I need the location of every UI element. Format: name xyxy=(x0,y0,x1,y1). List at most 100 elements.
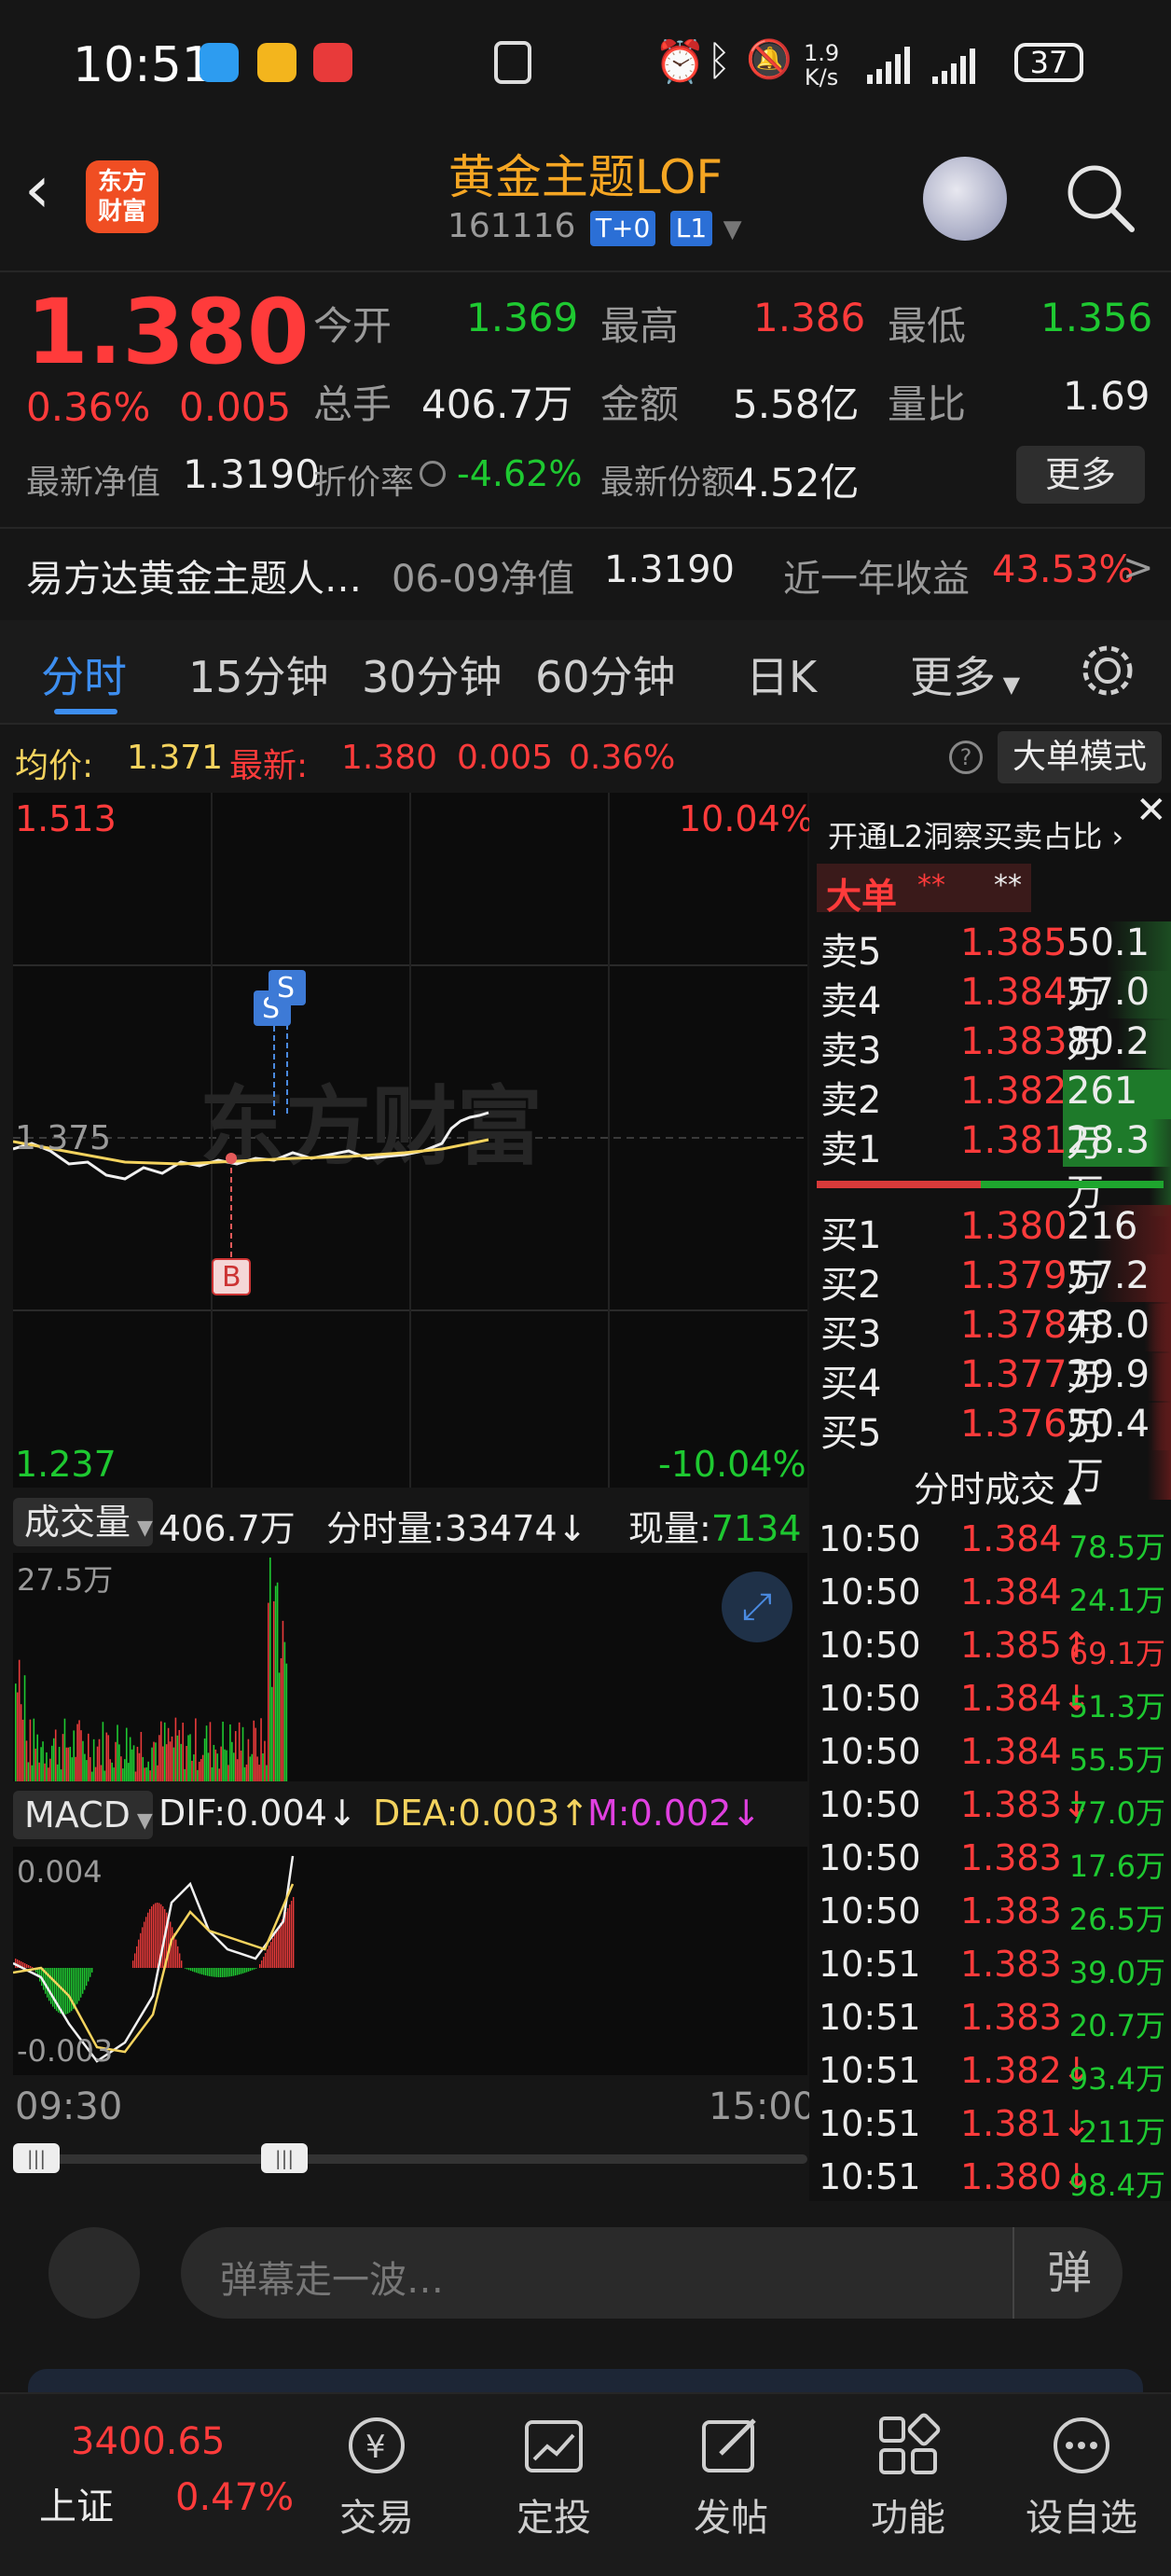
danmu-settings-icon[interactable] xyxy=(48,2227,140,2319)
volume-bar xyxy=(283,1641,286,1781)
index-percent: 0.47% xyxy=(175,2476,295,2519)
volume-bar xyxy=(193,1754,195,1781)
macd-y-top: 0.004 xyxy=(17,1854,103,1890)
tab-more[interactable]: 更多 ▼ xyxy=(910,644,1020,705)
help-icon[interactable]: ? xyxy=(949,741,983,774)
volume-bar xyxy=(62,1734,64,1781)
macd-bar xyxy=(255,1968,257,1969)
volume-chart[interactable]: 27.5万 ⤢ xyxy=(13,1553,807,1781)
buy-ratio-bar xyxy=(817,1181,981,1188)
robot-assistant-icon[interactable] xyxy=(923,157,1007,241)
volume-bar xyxy=(89,1756,91,1781)
macd-bar xyxy=(177,1946,179,1968)
macd-bar xyxy=(283,1916,285,1968)
close-icon[interactable]: ✕ xyxy=(1136,789,1167,832)
volume-bar xyxy=(205,1725,208,1781)
deal-price: 1.383 xyxy=(960,1890,1062,1932)
deal-volume: 51.3万 xyxy=(1068,1689,1165,1724)
deal-price: 1.383 xyxy=(960,1997,1062,2038)
volume-bar xyxy=(191,1760,193,1781)
volume-bar xyxy=(82,1740,84,1781)
time-scroll-track[interactable] xyxy=(13,2154,807,2164)
volume-bar xyxy=(153,1741,155,1781)
ratio-value: 1.69 xyxy=(1063,373,1150,419)
deal-volume: 39.0万 xyxy=(1068,1955,1165,1990)
sell-marker-label: S xyxy=(277,972,295,1004)
volume-bar xyxy=(233,1752,235,1781)
buy-order-row: 买21.37957.2万 xyxy=(817,1254,1171,1351)
caret-up-icon: ▲ xyxy=(1055,1480,1082,1508)
indicator-select-volume[interactable]: 成交量 ▼ xyxy=(13,1498,153,1546)
volume-bar xyxy=(73,1730,75,1781)
search-icon[interactable] xyxy=(1063,160,1137,235)
tab-15min[interactable]: 15分钟 xyxy=(188,644,329,705)
index-widget[interactable]: 3400.65 上证 0.47% xyxy=(26,2394,306,2571)
time-start: 09:30 xyxy=(15,2085,123,2128)
volume-bar xyxy=(86,1760,88,1781)
scroll-handle-left[interactable]: ||| xyxy=(13,2143,60,2173)
macd-bar xyxy=(190,1968,192,1972)
battery-icon: 37 xyxy=(1014,43,1083,82)
expand-icon[interactable]: ⤢ xyxy=(722,1572,792,1642)
sell-level-label: 卖4 xyxy=(820,980,882,1023)
volume-bar xyxy=(42,1741,44,1781)
tab-60min[interactable]: 60分钟 xyxy=(535,644,676,705)
volume-bar xyxy=(134,1771,137,1781)
macd-chart[interactable]: 0.004 -0.003 xyxy=(12,1847,807,2075)
big-order-mode-button[interactable]: 大单模式 xyxy=(998,731,1162,783)
stock-code-row[interactable]: 161116 T+0 L1 ▼ xyxy=(448,207,742,246)
macd-bar xyxy=(134,1953,136,1968)
nav-add-watchlist[interactable]: 设自选 xyxy=(1026,2413,1137,2541)
nav-post[interactable]: 发帖 xyxy=(675,2413,787,2541)
indicator-select-macd[interactable]: MACD ▼ xyxy=(13,1791,153,1839)
intraday-chart[interactable]: 东方财富 B S S xyxy=(12,793,807,1488)
macd-bar xyxy=(213,1968,214,1977)
deal-time: 10:50 xyxy=(819,1572,921,1613)
volume-bar xyxy=(240,1751,242,1781)
volume-bar xyxy=(96,1746,99,1781)
nav-functions[interactable]: 功能 xyxy=(852,2413,964,2541)
macd-bar xyxy=(175,1939,177,1968)
macd-bar xyxy=(220,1968,222,1977)
low-value: 1.356 xyxy=(1040,295,1153,340)
scroll-handle-right[interactable]: ||| xyxy=(261,2143,308,2173)
nav-label: 最新净值 xyxy=(26,464,161,502)
macd-bar xyxy=(287,1908,289,1968)
tab-daily[interactable]: 日K xyxy=(746,644,817,705)
more-button[interactable]: 更多 xyxy=(1016,446,1145,504)
volume-bar xyxy=(149,1770,151,1781)
danmu-input[interactable]: 弹幕走一波… 弹 xyxy=(181,2227,1123,2319)
l2-promo-link[interactable]: 开通L2洞察买卖占比 › xyxy=(828,813,1123,856)
volume-bar xyxy=(151,1747,153,1781)
avg-label: 均价: xyxy=(15,747,94,785)
volume-bar xyxy=(38,1762,40,1781)
yen-icon: ¥ xyxy=(344,2413,409,2478)
info-icon[interactable] xyxy=(420,461,446,487)
volume-bar xyxy=(249,1756,252,1781)
danmu-toggle-button[interactable]: 弹 xyxy=(1013,2227,1124,2319)
volume-bar xyxy=(201,1754,204,1781)
macd-bar xyxy=(227,1968,229,1977)
nav-functions-label: 功能 xyxy=(871,2497,945,2540)
volume-bar xyxy=(238,1722,241,1781)
tab-intraday[interactable]: 分时 xyxy=(41,644,127,705)
macd-bar xyxy=(291,1901,293,1968)
macd-bar xyxy=(196,1968,198,1974)
volume-bar xyxy=(138,1752,141,1781)
deal-time: 10:50 xyxy=(819,1784,921,1825)
volume-bar xyxy=(75,1756,76,1781)
volume-bar xyxy=(171,1736,173,1781)
sell-price: 1.385 xyxy=(960,921,1068,964)
volume-bar xyxy=(18,1659,21,1781)
nav-trade[interactable]: ¥ 交易 xyxy=(321,2413,433,2541)
volume-bar xyxy=(145,1767,147,1781)
deal-row: 10:50 1.383 17.6万 xyxy=(817,1837,1171,1888)
nav-invest-plan[interactable]: 定投 xyxy=(498,2413,610,2541)
deals-title[interactable]: 分时成交 ▲ xyxy=(914,1461,1081,1512)
open-label: 今开 xyxy=(313,303,393,349)
macd-bar xyxy=(226,1968,227,1977)
macd-bar xyxy=(39,1968,41,1982)
volume-bar xyxy=(220,1746,222,1781)
gear-icon[interactable] xyxy=(1078,641,1137,700)
tab-30min[interactable]: 30分钟 xyxy=(362,644,503,705)
